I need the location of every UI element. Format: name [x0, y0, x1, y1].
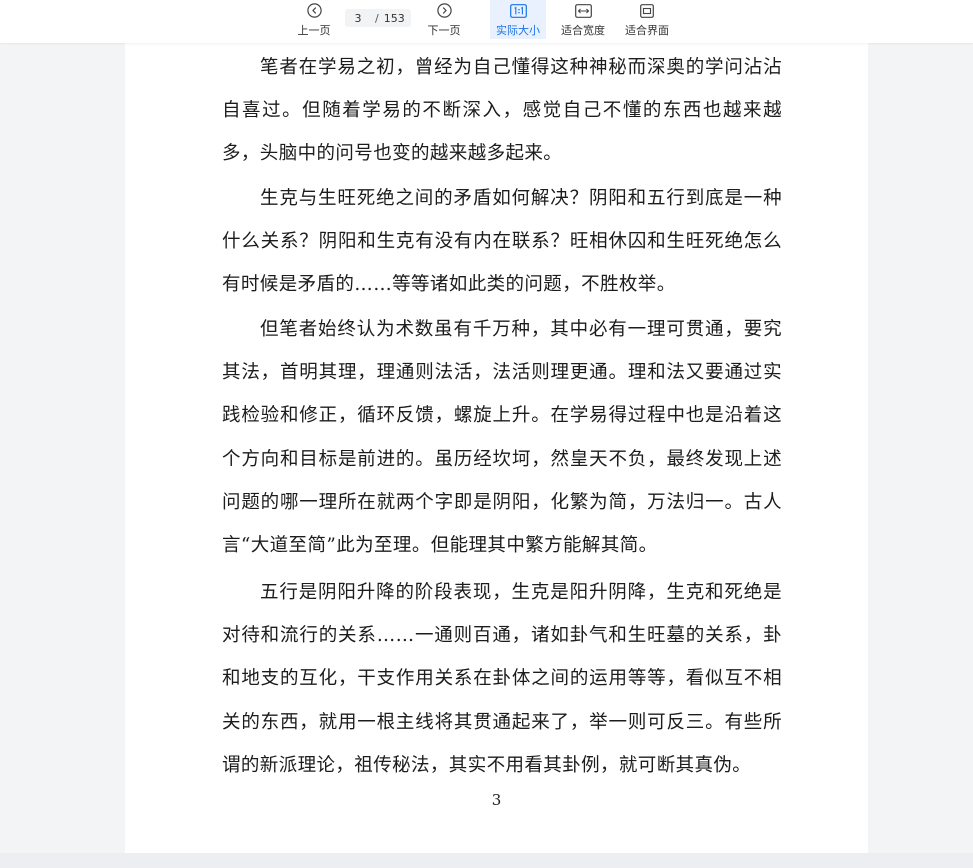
current-page-input[interactable] — [345, 11, 371, 25]
body-paragraph: 五行是阴阳升降的阶段表现，生克是阳升阴降，生克和死绝是对待和流行的关系……一通则… — [222, 582, 782, 776]
page-navigator: / 153 — [345, 9, 411, 27]
next-page-label: 下一页 — [427, 24, 461, 37]
prev-page-label: 上一页 — [297, 24, 331, 37]
fit-width-label: 适合宽度 — [561, 24, 605, 37]
fit-page-label: 适合界面 — [625, 24, 669, 37]
viewer-background — [0, 853, 973, 868]
one-to-one-icon — [509, 3, 527, 18]
fit-width-button[interactable]: 适合宽度 — [558, 0, 608, 40]
actual-size-label: 实际大小 — [496, 24, 540, 37]
page-separator: / — [375, 11, 379, 25]
fit-page-button[interactable]: 适合界面 — [622, 0, 672, 40]
actual-size-button[interactable]: 实际大小 — [490, 0, 546, 39]
body-paragraph: 生克与生旺死绝之间的矛盾如何解决？阴阳和五行到底是一种什么关系？阴阳和生克有没有… — [222, 188, 782, 296]
body-paragraph: 但笔者始终认为术数虽有千万种，其中必有一理可贯通，要究其法，首明其理，理通则法活… — [222, 319, 782, 557]
fit-page-icon — [640, 3, 654, 18]
document-page: 笔者在学易之初，曾经为自己懂得这种神秘而深奥的学问沾沾自喜过。但随着学易的不断深… — [125, 43, 868, 853]
total-pages: 153 — [383, 11, 405, 25]
prev-page-button[interactable]: 上一页 — [294, 0, 334, 40]
next-page-button[interactable]: 下一页 — [424, 0, 464, 40]
page-number: 3 — [491, 791, 502, 809]
fit-width-icon — [574, 3, 592, 18]
body-paragraph: 笔者在学易之初，曾经为自己懂得这种神秘而深奥的学问沾沾自喜过。但随着学易的不断深… — [222, 57, 782, 165]
viewer-toolbar: 上一页 / 153 下一页 实际大小 — [0, 0, 973, 43]
chevron-right-circle-icon — [436, 3, 452, 18]
chevron-left-circle-icon — [306, 3, 322, 18]
